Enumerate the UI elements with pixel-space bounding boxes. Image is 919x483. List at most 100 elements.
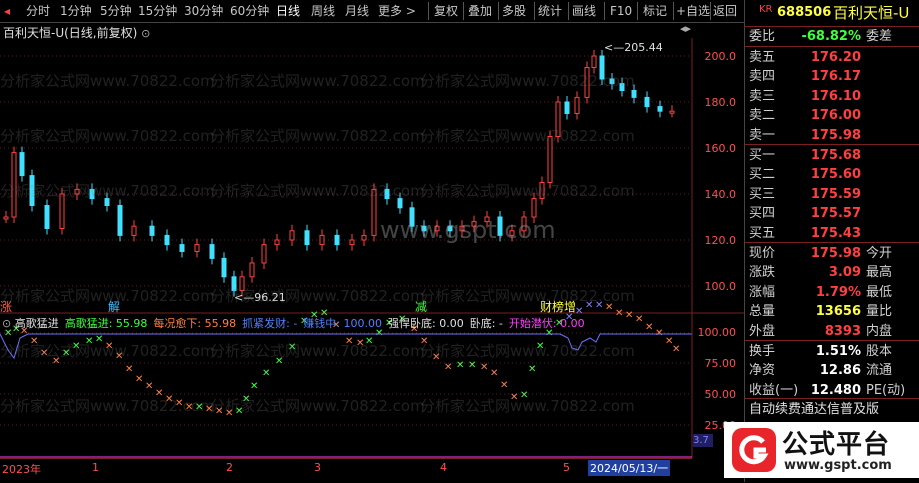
candle bbox=[361, 234, 367, 241]
exchange-badge: KR bbox=[759, 4, 773, 15]
indicator-mark: ✕ bbox=[672, 344, 680, 355]
watermark: 分析家公式网www.70822.com bbox=[420, 342, 635, 360]
watermark: 分析家公式网www.70822.com bbox=[420, 72, 635, 90]
candle bbox=[304, 230, 310, 246]
candle bbox=[117, 205, 123, 236]
promo-banner[interactable]: 自动续费通达信普及版 bbox=[745, 400, 919, 419]
stock-header: KR 688506 百利天恒-U bbox=[745, 2, 919, 24]
candle bbox=[261, 244, 267, 264]
tool-fuquan[interactable]: 复权 bbox=[434, 3, 458, 19]
candle bbox=[591, 55, 597, 68]
candle bbox=[221, 257, 227, 278]
candle bbox=[194, 244, 200, 253]
watermark: 分析家公式网www.70822.com bbox=[210, 127, 425, 145]
logo-text: 公式平台 bbox=[782, 430, 891, 460]
watermark: 分析家公式网www.70822.com bbox=[210, 397, 425, 415]
price-tick: 180.0 bbox=[704, 96, 737, 109]
tab-daily[interactable]: 日线 bbox=[276, 3, 300, 19]
indicator-legend-item: 赚钱中: 100.00 bbox=[303, 317, 382, 330]
x-tick: 3 bbox=[314, 461, 321, 474]
tab-monthly[interactable]: 月线 bbox=[345, 3, 369, 19]
ind-tick: 50.00 bbox=[704, 388, 737, 401]
tab-60min[interactable]: 60分钟 bbox=[230, 3, 269, 19]
stat-row: 净资 12.86 流通 bbox=[749, 363, 893, 379]
watermark: 分析家公式网www.70822.com bbox=[0, 342, 215, 360]
indicator-mark: ✕ bbox=[250, 381, 258, 392]
stock-name: 百利天恒-U bbox=[833, 4, 910, 22]
tab-fenshi[interactable]: 分时 bbox=[26, 3, 50, 19]
ask-row: 卖三 176.10 bbox=[749, 88, 861, 104]
indicator-legend-item: 抓紧发财: - bbox=[242, 317, 298, 330]
candle bbox=[209, 244, 215, 259]
tool-duogu[interactable]: 多股 bbox=[502, 3, 526, 19]
chart-nav-arrows[interactable]: ◂▸ bbox=[680, 22, 691, 35]
indicator-mark: ✕ bbox=[615, 308, 623, 319]
stat-row: 收益(一) 12.480 PE(动) bbox=[749, 382, 906, 398]
weibi-row: 委比 -68.82% 委差 bbox=[749, 29, 893, 44]
watermark: 分析家公式网www.70822.com bbox=[420, 287, 635, 305]
period-toolbar: ◂ 分时 1分钟 5分钟 15分钟 30分钟 60分钟 日线 周线 月线 更多 … bbox=[0, 0, 744, 23]
watermark: 分析家公式网www.70822.com bbox=[0, 72, 215, 90]
tool-f10[interactable]: F10 bbox=[610, 3, 632, 19]
weibi-value: -68.82% bbox=[801, 29, 861, 44]
watermark-site: www.gspt.com bbox=[380, 216, 556, 244]
ask-row: 卖四 176.17 bbox=[749, 69, 861, 85]
bid-row: 买三 175.59 bbox=[749, 186, 861, 202]
tool-tongji[interactable]: 统计 bbox=[538, 3, 562, 19]
indicator-mark: ✕ bbox=[635, 314, 643, 325]
price-tick: 160.0 bbox=[704, 142, 737, 155]
indicator-legend: ⊙ 高歌猛进 高歌猛进: 55.98 每况愈下: 55.98 抓紧发财: - 赚钱中: … bbox=[2, 315, 591, 331]
x-tick: 2 bbox=[226, 461, 233, 474]
tab-30min[interactable]: 30分钟 bbox=[184, 3, 223, 19]
price-tick: 120.0 bbox=[704, 234, 737, 247]
tab-weekly[interactable]: 周线 bbox=[311, 3, 335, 19]
bid-row: 买五 175.43 bbox=[749, 225, 861, 241]
ind-tick: 75.00 bbox=[704, 357, 737, 370]
x-tick: 1 bbox=[92, 461, 99, 474]
indicator-mark: ✕ bbox=[490, 368, 498, 379]
tab-more[interactable]: 更多 > bbox=[378, 3, 416, 19]
price-tick: 200.0 bbox=[704, 50, 737, 63]
watermark: 分析家公式网www.70822.com bbox=[0, 287, 215, 305]
x-axis: 2023年 1 2 3 4 5 2024/05/13/一 bbox=[0, 458, 692, 483]
indicator-mark: ✕ bbox=[444, 362, 452, 373]
gspt-logo: 公式平台 www.gspt.com bbox=[724, 422, 919, 478]
candle bbox=[19, 152, 25, 177]
quote-panel: KR 688506 百利天恒-U 委比 -68.82% 委差 卖五 176.20 卖… bbox=[744, 0, 919, 482]
candle bbox=[164, 234, 170, 246]
watermark: 分析家公式网www.70822.com bbox=[420, 127, 635, 145]
x-tick: 5 bbox=[563, 461, 570, 474]
indicator-mark: ✕ bbox=[125, 364, 133, 375]
price-tick: 100.0 bbox=[704, 280, 737, 293]
ask-row: 卖二 176.00 bbox=[749, 108, 861, 124]
tab-1min[interactable]: 1分钟 bbox=[60, 3, 92, 19]
watermark: 分析家公式网www.70822.com bbox=[0, 397, 215, 415]
candle bbox=[564, 101, 570, 114]
tool-biaoji[interactable]: 标记 bbox=[643, 3, 667, 19]
cursor-date: 2024/05/13/一 bbox=[588, 460, 671, 476]
indicator-mark: ✕ bbox=[625, 310, 633, 321]
candle bbox=[274, 239, 280, 246]
tab-5min[interactable]: 5分钟 bbox=[100, 3, 132, 19]
tab-15min[interactable]: 15分钟 bbox=[138, 3, 177, 19]
indicator-mark: ✕ bbox=[145, 381, 153, 392]
bid-row: 买四 175.57 bbox=[749, 206, 861, 222]
indicator-legend-item: 高歌猛进 bbox=[14, 317, 59, 330]
indicator-legend-item: 强悍卧底: 0.00 bbox=[388, 317, 464, 330]
ask-row: 卖五 176.20 bbox=[749, 50, 861, 65]
tool-fanhui[interactable]: 返回 bbox=[713, 3, 737, 19]
watermark: 分析家公式网www.70822.com bbox=[420, 397, 635, 415]
tool-huaxian[interactable]: 画线 bbox=[572, 3, 596, 19]
candle bbox=[289, 230, 295, 241]
left-arrow-icon[interactable]: ◂ bbox=[4, 3, 10, 19]
logo-url: www.gspt.com bbox=[784, 458, 892, 473]
indicator-mark: ✕ bbox=[645, 322, 653, 333]
indicator-menu-icon[interactable]: ⊙ bbox=[2, 317, 11, 330]
indicator-legend-item: 卧底: - bbox=[469, 317, 503, 330]
tool-zixuan[interactable]: +自选 bbox=[676, 3, 710, 19]
indicator-legend-item: 开始潜伏: 0.00 bbox=[508, 317, 585, 330]
tool-diejia[interactable]: 叠加 bbox=[468, 3, 492, 19]
watermark: 分析家公式网www.70822.com bbox=[210, 287, 425, 305]
watermark: 分析家公式网www.70822.com bbox=[0, 182, 215, 200]
x-tick: 2023年 bbox=[2, 463, 41, 476]
